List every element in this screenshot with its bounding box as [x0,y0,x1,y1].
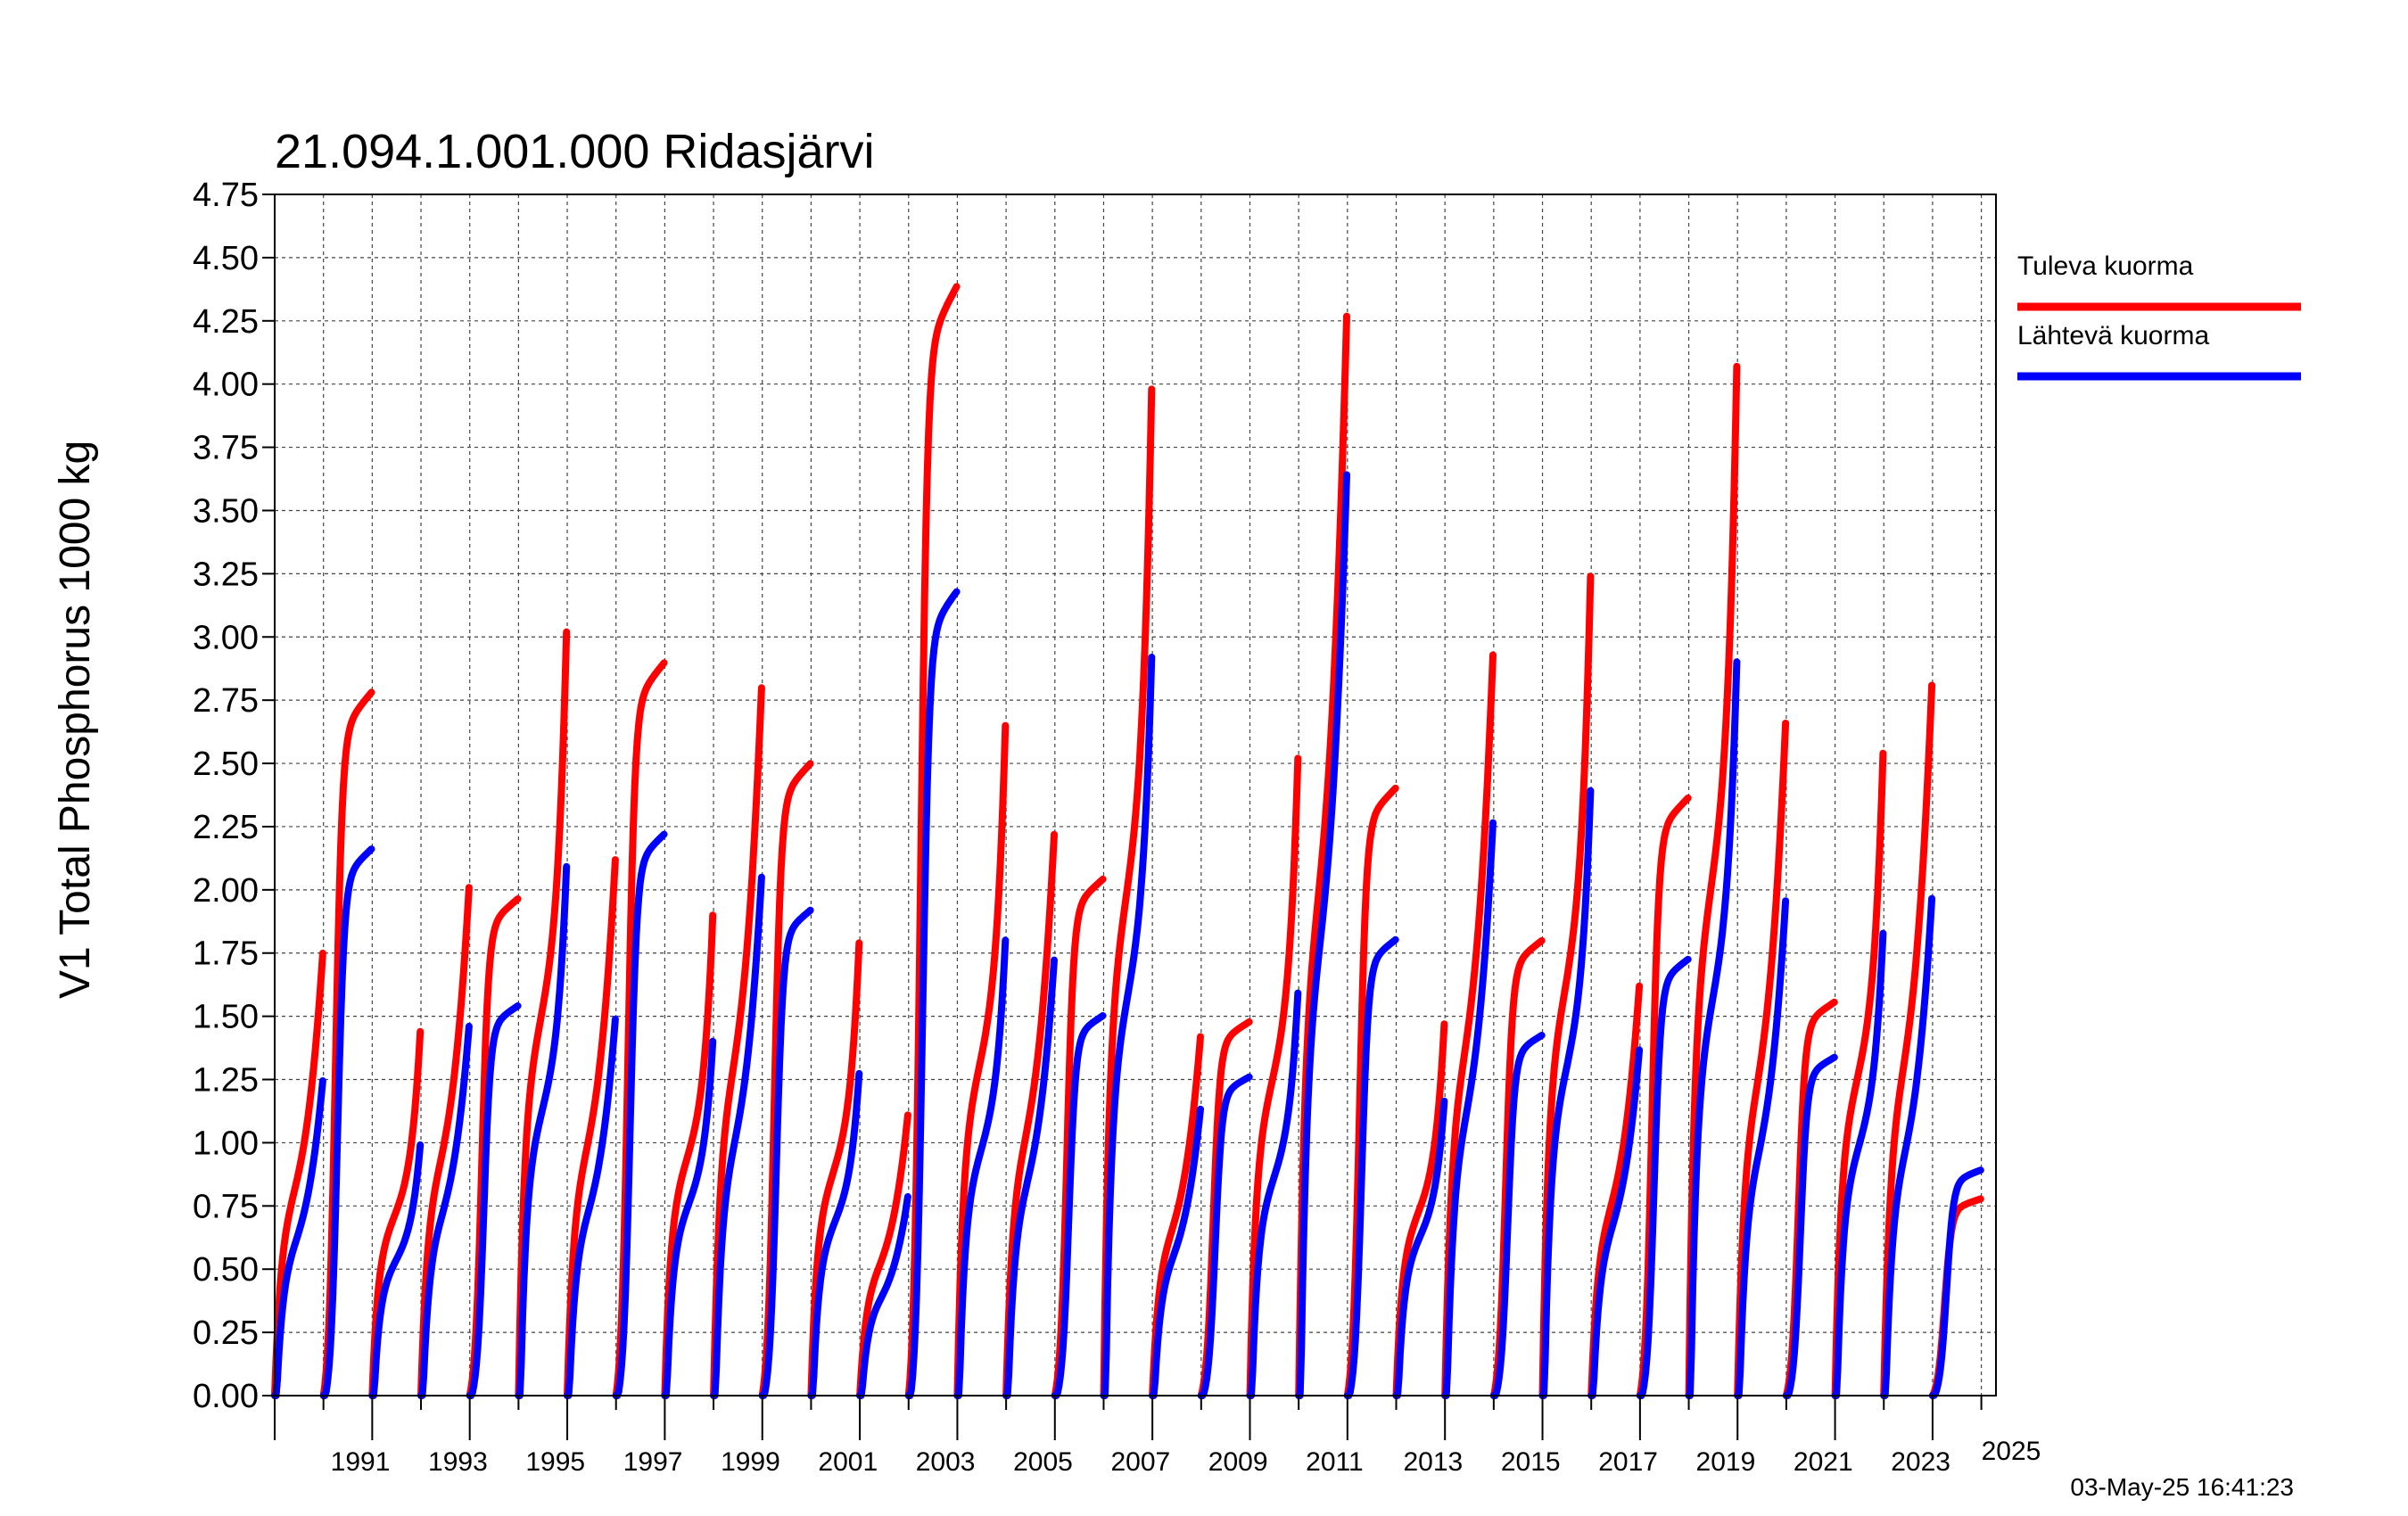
y-tick-label: 0.50 [193,1251,259,1289]
series-line-segment [1489,1032,1546,1399]
x-tick-label: 1997 [623,1447,683,1477]
series-line-segment [758,906,814,1399]
y-tick-label: 4.50 [193,240,259,277]
series-line-segment [1441,819,1497,1399]
x-tick-label: 2025 [1982,1437,2041,1466]
series-line-segment [1149,1105,1204,1399]
chart: 21.094.1.001.000 Ridasjärvi V1 Total Pho… [52,125,2301,1501]
series-line-segment [612,830,668,1399]
x-tick-label: 2019 [1696,1447,1756,1477]
x-tick-label: 2011 [1306,1447,1364,1477]
y-tick-label: 2.75 [193,682,259,720]
y-tick-label: 0.25 [193,1314,259,1352]
x-tick-label: 1991 [331,1447,391,1477]
x-tick-label: 2005 [1013,1447,1073,1477]
y-tick-label: 2.25 [193,809,259,846]
timestamp: 03-May-25 16:41:23 [2070,1473,2294,1501]
x-tick-label: 2001 [818,1447,878,1477]
series-line-segment [319,845,375,1399]
series-line-segment [1782,1053,1838,1399]
x-tick-label: 2013 [1404,1447,1464,1477]
series-line-segment [1734,897,1790,1399]
series-line-segment [417,1022,473,1399]
legend-label: Lähtevä kuorma [2017,321,2209,350]
y-axis-label: V1 Total Phosphorus 1000 kg [52,441,99,999]
x-tick-label: 2021 [1794,1447,1853,1477]
y-tick-label: 3.25 [193,556,259,593]
legend: Tuleva kuorma Lähtevä kuorma [2017,251,2301,381]
series-lahteva-kuorma [271,471,1984,1399]
x-tick-label: 2015 [1501,1447,1561,1477]
legend-label: Tuleva kuorma [2017,251,2194,281]
y-tick-label: 1.00 [193,1125,259,1162]
series-line-segment [1002,956,1058,1399]
x-tick-label: 1993 [428,1447,488,1477]
y-tick-label: 0.75 [193,1188,259,1225]
series-line-segment [1197,1073,1253,1399]
series-line-segment [466,1002,522,1399]
y-tick-label: 1.25 [193,1062,259,1100]
y-tick-label: 1.75 [193,935,259,973]
y-tick-label: 3.50 [193,492,259,530]
y-tick-label: 3.00 [193,619,259,656]
y-ticks: 0.00 0.25 0.50 0.75 1.00 1.25 1.50 1.75 2.00 2.25… [193,177,275,1415]
x-tick-label: 1995 [525,1447,585,1477]
y-tick-label: 1.50 [193,999,259,1036]
y-tick-label: 3.75 [193,430,259,467]
y-tick-label: 4.00 [193,367,259,404]
y-tick-label: 2.00 [193,872,259,910]
x-tick-label: 2003 [916,1447,976,1477]
x-tick-label: 2009 [1208,1447,1268,1477]
x-ticks: 1991 1993 1995 1997 1999 2001 2003 2005 2007 2009… [274,1396,2041,1477]
series-line-segment [1392,1097,1448,1399]
series-line-segment [1295,471,1350,1399]
y-tick-label: 4.75 [193,177,259,214]
x-tick-label: 2017 [1598,1447,1658,1477]
y-tick-label: 0.00 [193,1378,259,1415]
plot-series [271,283,1984,1399]
x-tick-label: 1999 [721,1447,780,1477]
y-tick-label: 2.50 [193,746,259,783]
x-tick-label: 2007 [1110,1447,1170,1477]
chart-title: 21.094.1.001.000 Ridasjärvi [275,125,874,178]
y-tick-label: 4.25 [193,303,259,341]
series-line-segment [1587,1046,1644,1399]
x-tick-label: 2023 [1891,1447,1950,1477]
series-tuleva-kuorma [271,283,1984,1399]
series-line-segment [710,873,765,1399]
